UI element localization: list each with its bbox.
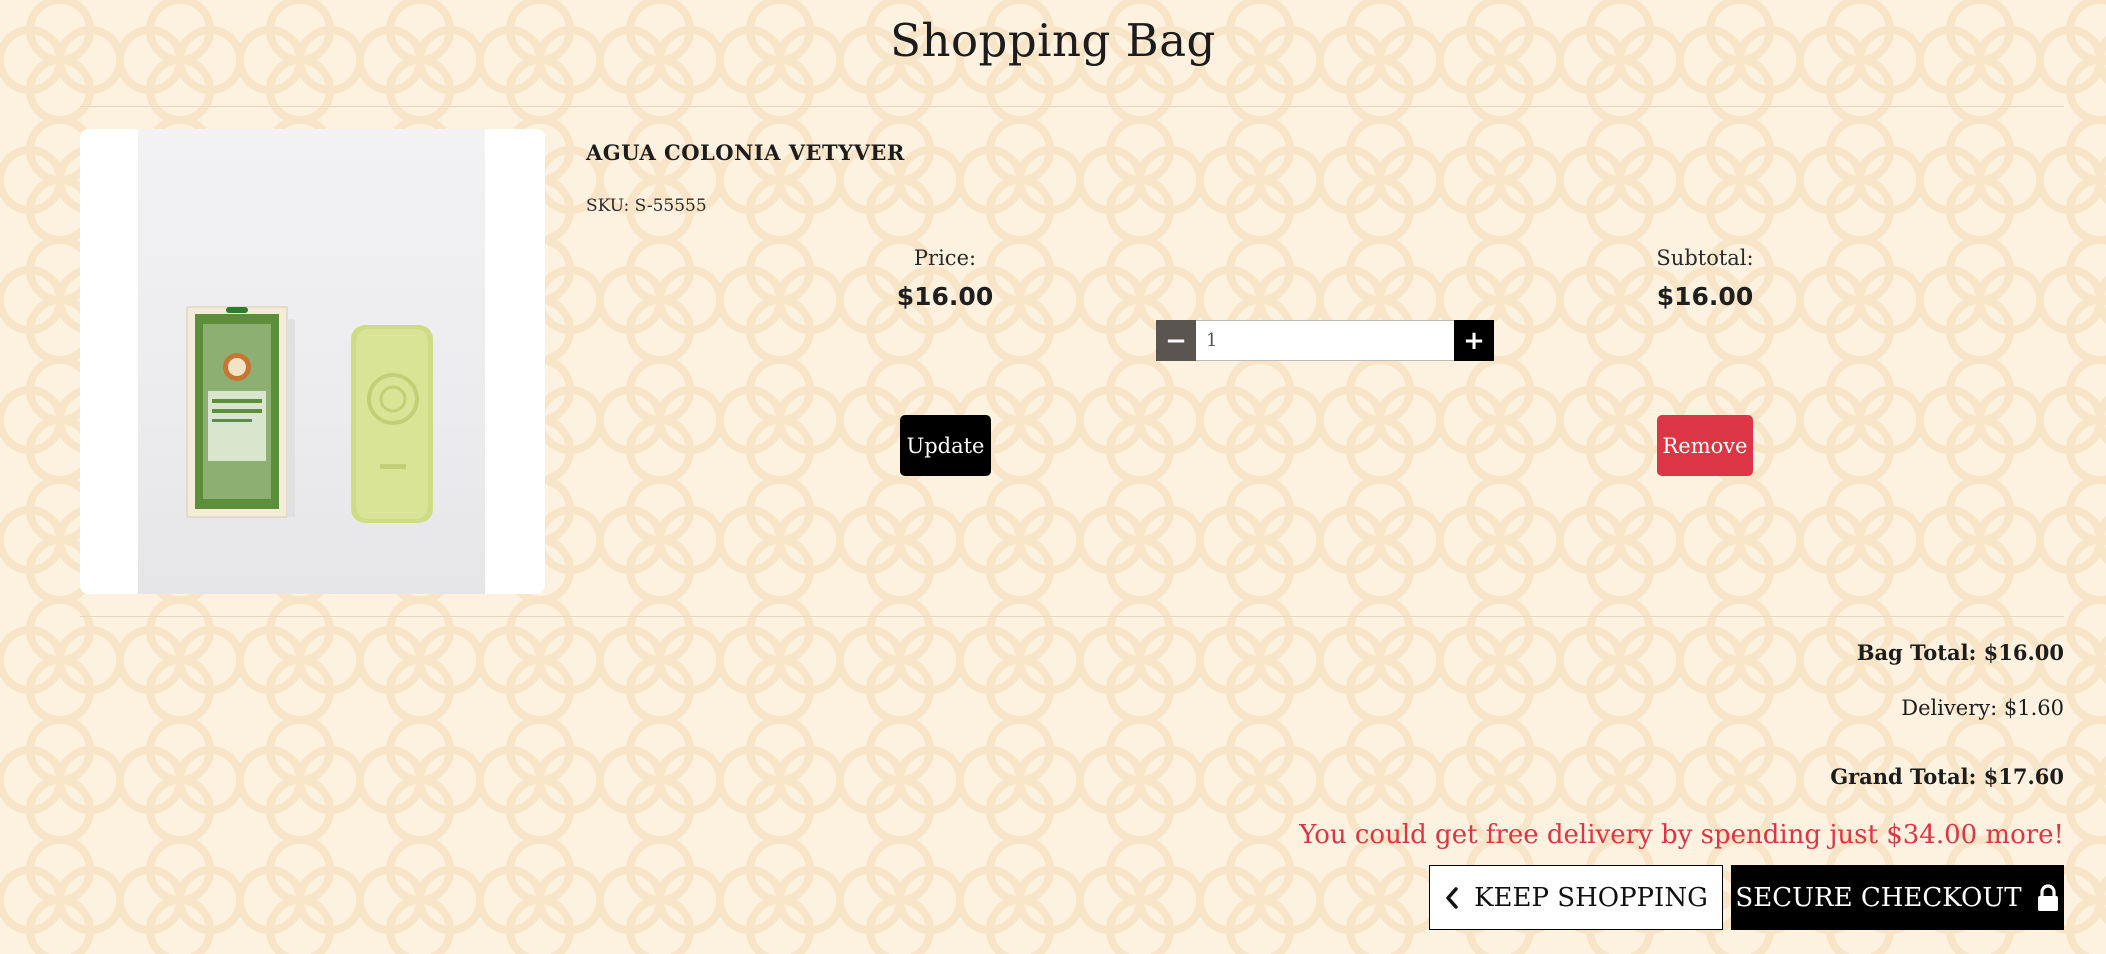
plus-icon: + <box>1463 325 1485 356</box>
top-divider <box>80 106 2064 107</box>
product-photo <box>186 306 433 523</box>
minus-icon: − <box>1165 325 1187 356</box>
grand-total: Grand Total: $17.60 <box>1830 764 2064 789</box>
increment-button[interactable]: + <box>1454 320 1494 361</box>
product-name: AGUA COLONIA VETYVER <box>586 140 905 165</box>
keep-shopping-button[interactable]: KEEP SHOPPING <box>1429 865 1723 930</box>
quantity-stepper: − 1 + <box>1156 320 1494 361</box>
summary-divider <box>80 616 2064 617</box>
price-label: Price: <box>913 246 977 270</box>
keep-shopping-label: KEEP SHOPPING <box>1474 882 1708 913</box>
lock-icon <box>2037 883 2058 911</box>
shopping-bag-page: Shopping Bag AGUA COLONIA VETYVER SKU: S… <box>0 0 2106 954</box>
delivery-cost: Delivery: $1.60 <box>1901 696 2064 720</box>
bag-total: Bag Total: $16.00 <box>1856 640 2064 665</box>
chevron-left-icon <box>1446 886 1458 909</box>
subtotal-value: $16.00 <box>1656 282 1754 311</box>
remove-button[interactable]: Remove <box>1657 415 1753 476</box>
product-sku: SKU: S-55555 <box>586 196 707 216</box>
free-delivery-message: You could get free delivery by spending … <box>1299 820 2064 850</box>
product-image[interactable] <box>80 129 545 594</box>
update-button[interactable]: Update <box>900 415 991 476</box>
price-value: $16.00 <box>896 282 994 311</box>
secure-checkout-button[interactable]: SECURE CHECKOUT <box>1731 865 2064 930</box>
quantity-input[interactable]: 1 <box>1196 320 1454 361</box>
page-title: Shopping Bag <box>890 14 1216 67</box>
decrement-button[interactable]: − <box>1156 320 1196 361</box>
subtotal-label: Subtotal: <box>1656 246 1754 270</box>
secure-checkout-label: SECURE CHECKOUT <box>1735 882 2022 913</box>
